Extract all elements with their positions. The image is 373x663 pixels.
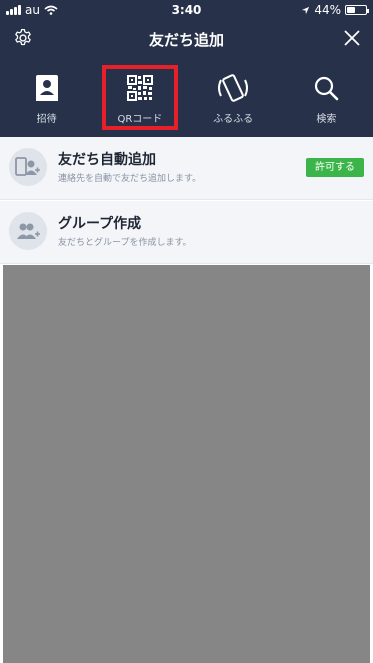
create-group-title: グループ作成 <box>58 216 142 232</box>
tab-search-label: 検索 <box>316 114 337 125</box>
tab-qr-code-label: QRコード <box>117 114 163 125</box>
status-bar: au 3:40 44% <box>0 0 373 20</box>
tab-shake-label: ふるふる <box>213 114 254 125</box>
create-group-icon <box>9 212 47 250</box>
list-item-auto-add[interactable]: 友だち自動追加 連絡先を自動で友だち追加します。 許可する <box>0 137 373 200</box>
close-icon[interactable] <box>343 29 361 47</box>
tab-invite[interactable]: 招待 <box>0 58 93 137</box>
location-arrow-icon <box>302 6 310 14</box>
auto-add-description: 連絡先を自動で友だち追加します。 <box>58 174 202 184</box>
qr-code-icon <box>126 75 153 101</box>
create-group-description: 友だちとグループを作成します。 <box>58 238 192 248</box>
tab-qr-code[interactable]: QRコード <box>93 58 186 137</box>
auto-add-icon <box>9 148 47 186</box>
allow-button[interactable]: 許可する <box>306 158 364 177</box>
header: 友だち追加 <box>0 20 373 58</box>
add-method-tabs: 招待 QRコード ふるふる 検索 <box>0 58 373 137</box>
search-icon <box>315 76 339 101</box>
shake-phone-icon <box>218 74 249 102</box>
invite-contact-icon <box>35 75 58 101</box>
redacted-area <box>3 265 370 663</box>
battery-percent: 44% <box>314 3 341 17</box>
tab-shake[interactable]: ふるふる <box>187 58 280 137</box>
tab-invite-label: 招待 <box>36 114 57 125</box>
page-title: 友だち追加 <box>148 31 224 49</box>
battery-icon <box>345 5 369 15</box>
status-right: 44% <box>301 3 369 17</box>
tab-search[interactable]: 検索 <box>280 58 373 137</box>
list-item-create-group[interactable]: グループ作成 友だちとグループを作成します。 <box>0 201 373 264</box>
auto-add-title: 友だち自動追加 <box>58 152 156 168</box>
